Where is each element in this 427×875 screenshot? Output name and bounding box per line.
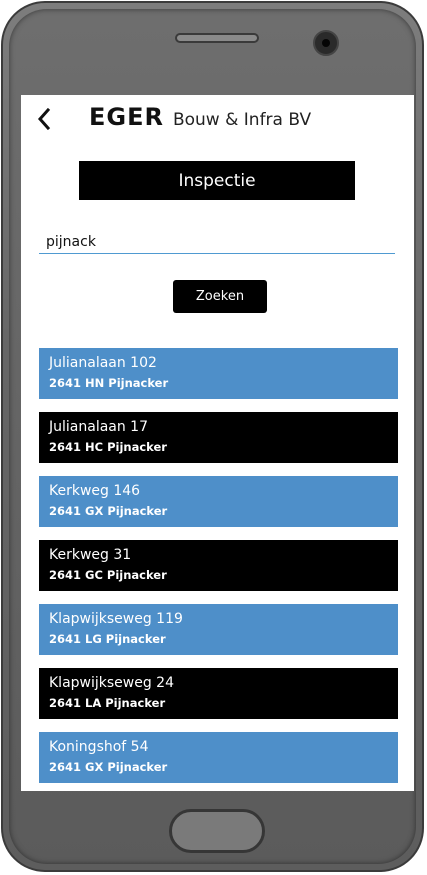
speaker-grille <box>175 33 259 43</box>
list-item[interactable]: Klapwijkseweg 119 2641 LG Pijnacker <box>39 604 398 655</box>
page-title: Inspectie <box>79 161 355 200</box>
result-street: Koningshof 54 <box>49 739 149 755</box>
app-screen: EGER Bouw & Infra BV Inspectie Zoeken Ju… <box>21 95 414 791</box>
list-item[interactable]: Julianalaan 102 2641 HN Pijnacker <box>39 348 398 399</box>
result-city: 2641 GC Pijnacker <box>49 568 167 582</box>
search-input[interactable] <box>39 230 395 254</box>
list-item[interactable]: Kerkweg 146 2641 GX Pijnacker <box>39 476 398 527</box>
list-item[interactable]: Julianalaan 17 2641 HC Pijnacker <box>39 412 398 463</box>
result-city: 2641 LA Pijnacker <box>49 696 166 710</box>
result-street: Julianalaan 17 <box>49 419 148 435</box>
home-button[interactable] <box>169 809 265 853</box>
brand-logo: EGER Bouw & Infra BV <box>89 103 311 133</box>
result-street: Julianalaan 102 <box>49 355 157 371</box>
result-list: Julianalaan 102 2641 HN Pijnacker Julianal… <box>39 348 398 791</box>
chevron-left-icon <box>37 108 51 130</box>
brand-subtitle: Bouw & Infra BV <box>172 110 312 130</box>
brand-name: EGER <box>89 103 164 131</box>
result-street: Klapwijkseweg 119 <box>49 611 183 627</box>
list-item[interactable]: Kerkweg 31 2641 GC Pijnacker <box>39 540 398 591</box>
front-camera <box>313 30 339 56</box>
phone-frame: EGER Bouw & Infra BV Inspectie Zoeken Ju… <box>1 1 424 872</box>
back-button[interactable] <box>33 105 55 133</box>
result-street: Kerkweg 31 <box>49 547 132 563</box>
result-city: 2641 LG Pijnacker <box>49 632 166 646</box>
result-city: 2641 GX Pijnacker <box>49 760 168 774</box>
result-street: Klapwijkseweg 24 <box>49 675 174 691</box>
list-item[interactable]: Klapwijkseweg 24 2641 LA Pijnacker <box>39 668 398 719</box>
result-city: 2641 HN Pijnacker <box>49 376 169 390</box>
search-button[interactable]: Zoeken <box>173 280 267 313</box>
result-street: Kerkweg 146 <box>49 483 141 499</box>
list-item[interactable]: Koningshof 54 2641 GX Pijnacker <box>39 732 398 783</box>
result-city: 2641 HC Pijnacker <box>49 440 167 454</box>
result-city: 2641 GX Pijnacker <box>49 504 168 518</box>
